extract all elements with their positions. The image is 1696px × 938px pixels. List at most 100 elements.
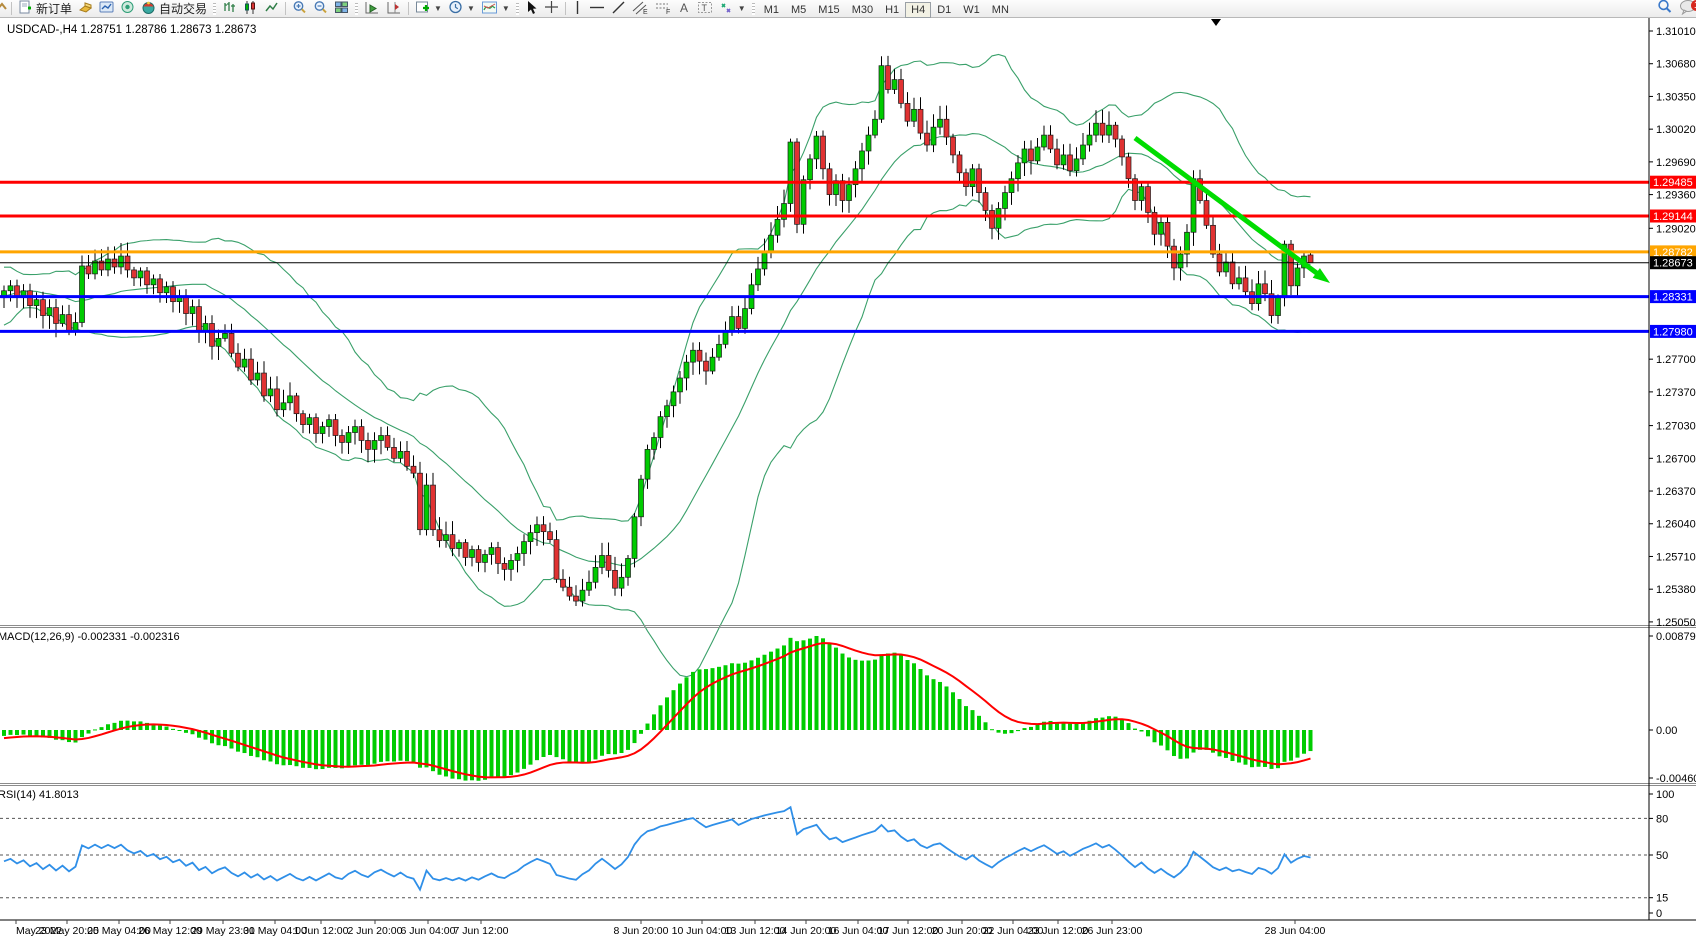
horizontal-line-icon: [589, 0, 605, 18]
text-tool-button[interactable]: A: [675, 1, 694, 17]
navigator-button[interactable]: [117, 1, 138, 17]
timeframe-W1[interactable]: W1: [957, 2, 986, 18]
new-chart-icon: [415, 0, 430, 18]
trendline-tool-button[interactable]: [608, 1, 629, 17]
candle-chart-mode-button[interactable]: [240, 1, 261, 17]
svg-text:1.29360: 1.29360: [1656, 190, 1696, 202]
timeframe-M30[interactable]: M30: [846, 2, 879, 18]
fibo-letter: F: [666, 9, 670, 15]
chart-shift-icon: [386, 0, 402, 18]
chart-shift-button[interactable]: [383, 1, 405, 17]
svg-text:0.008791: 0.008791: [1656, 631, 1696, 643]
svg-text:1.27700: 1.27700: [1656, 354, 1696, 366]
horizontal-line-tool-button[interactable]: [586, 1, 608, 17]
vertical-line-tool-button[interactable]: [569, 1, 586, 17]
channel-icon: E: [632, 0, 649, 18]
search-icon: [1657, 0, 1673, 18]
fibonacci-tool-button[interactable]: F: [652, 1, 675, 17]
svg-text:80: 80: [1656, 813, 1668, 825]
crosshair-tool-button[interactable]: [541, 1, 562, 17]
svg-text:1.28673: 1.28673: [1653, 258, 1693, 270]
trendline-icon: [611, 0, 626, 18]
rsi-label: RSI(14) 41.8013: [0, 789, 79, 801]
svg-text:-0.004601: -0.004601: [1656, 773, 1696, 785]
svg-text:6 Jun 04:00: 6 Jun 04:00: [401, 925, 456, 937]
svg-text:1.25380: 1.25380: [1656, 584, 1696, 596]
zoom-out-icon: [313, 0, 328, 18]
new-chart-button[interactable]: ▼: [412, 1, 445, 17]
svg-text:26 Jun 23:00: 26 Jun 23:00: [1082, 925, 1143, 937]
auto-trading-button[interactable]: 自动交易: [138, 1, 210, 17]
market-depth-button[interactable]: [75, 1, 96, 17]
tile-windows-button[interactable]: [331, 1, 352, 17]
svg-text:1.30350: 1.30350: [1656, 91, 1696, 103]
price-badge-1.27980: 1.27980: [1650, 325, 1696, 339]
search-button[interactable]: [1654, 1, 1676, 17]
candlestick-chart-icon: [243, 0, 258, 18]
svg-text:1.25710: 1.25710: [1656, 551, 1696, 563]
svg-text:A: A: [680, 1, 688, 15]
svg-text:1.27980: 1.27980: [1653, 326, 1693, 338]
svg-text:1.30680: 1.30680: [1656, 59, 1696, 71]
svg-text:23 Jun 12:00: 23 Jun 12:00: [1028, 925, 1089, 937]
timeframe-M1[interactable]: M1: [758, 2, 785, 18]
timeframe-MN[interactable]: MN: [986, 2, 1015, 18]
line-chart-mode-button[interactable]: [261, 1, 282, 17]
timeframe-H4[interactable]: H4: [905, 2, 931, 18]
price-badge-1.28331: 1.28331: [1650, 290, 1696, 304]
line-chart-icon: [264, 0, 279, 18]
svg-text:0: 0: [1656, 908, 1662, 920]
svg-text:T: T: [701, 3, 707, 13]
price-badge-1.28673: 1.28673: [1650, 256, 1696, 270]
cursor-icon: [525, 0, 538, 18]
auto-trading-label: 自动交易: [159, 0, 207, 17]
auto-scroll-button[interactable]: [361, 1, 383, 17]
price-badge-1.29144: 1.29144: [1650, 210, 1696, 224]
svg-text:28 Jun 04:00: 28 Jun 04:00: [1265, 925, 1326, 937]
svg-text:50: 50: [1656, 850, 1668, 862]
svg-text:7 Jun 12:00: 7 Jun 12:00: [454, 925, 509, 937]
channel-tool-button[interactable]: E: [629, 1, 652, 17]
text-label-tool-button[interactable]: T: [694, 1, 716, 17]
bar-chart-icon: [222, 0, 237, 18]
navigator-icon: [120, 0, 135, 18]
bar-chart-mode-button[interactable]: [219, 1, 240, 17]
crosshair-icon: [544, 0, 559, 18]
svg-text:100: 100: [1656, 789, 1674, 801]
top-toolbar: 新订单 自动交易: [0, 0, 1696, 18]
tile-windows-icon: [334, 0, 349, 18]
cursor-tool-button[interactable]: [522, 1, 541, 17]
zoom-in-icon: [292, 0, 307, 18]
svg-text:15: 15: [1656, 893, 1668, 905]
svg-text:1.31010: 1.31010: [1656, 26, 1696, 38]
market-watch-icon: [99, 0, 114, 18]
svg-text:17 Jun 12:00: 17 Jun 12:00: [878, 925, 939, 937]
svg-text:1.25050: 1.25050: [1656, 617, 1696, 629]
text-label-icon: T: [697, 0, 713, 18]
svg-text:0.00: 0.00: [1656, 725, 1677, 737]
macd-label: MACD(12,26,9) -0.002331 -0.002316: [0, 631, 180, 643]
profiles-button[interactable]: ▼: [445, 1, 478, 17]
chart-window[interactable]: 1.294851.291441.287821.286731.283311.279…: [0, 0, 1696, 938]
indicators-button[interactable]: ▼: [478, 1, 513, 17]
svg-text:1.26700: 1.26700: [1656, 453, 1696, 465]
dropdown-caret: ▼: [467, 4, 475, 13]
zoom-in-button[interactable]: [289, 1, 310, 17]
timeframe-H1[interactable]: H1: [879, 2, 905, 18]
notification-badge: 1: [1691, 0, 1696, 11]
dropdown-caret: ▼: [434, 4, 442, 13]
arrows-tool-button[interactable]: ▼: [716, 1, 749, 17]
candle: [80, 255, 85, 327]
svg-text:10 Jun 04:00: 10 Jun 04:00: [672, 925, 733, 937]
timeframe-M15[interactable]: M15: [812, 2, 845, 18]
timeframe-M5[interactable]: M5: [785, 2, 812, 18]
timeframe-D1[interactable]: D1: [931, 2, 957, 18]
market-watch-button[interactable]: [96, 1, 117, 17]
new-order-button[interactable]: 新订单: [15, 1, 75, 17]
svg-text:1.29020: 1.29020: [1656, 223, 1696, 235]
zoom-out-button[interactable]: [310, 1, 331, 17]
svg-text:1.26370: 1.26370: [1656, 486, 1696, 498]
notifications-button[interactable]: 1: [1676, 1, 1696, 17]
svg-text:1.26040: 1.26040: [1656, 519, 1696, 531]
cropped-left-icon: [0, 0, 8, 17]
